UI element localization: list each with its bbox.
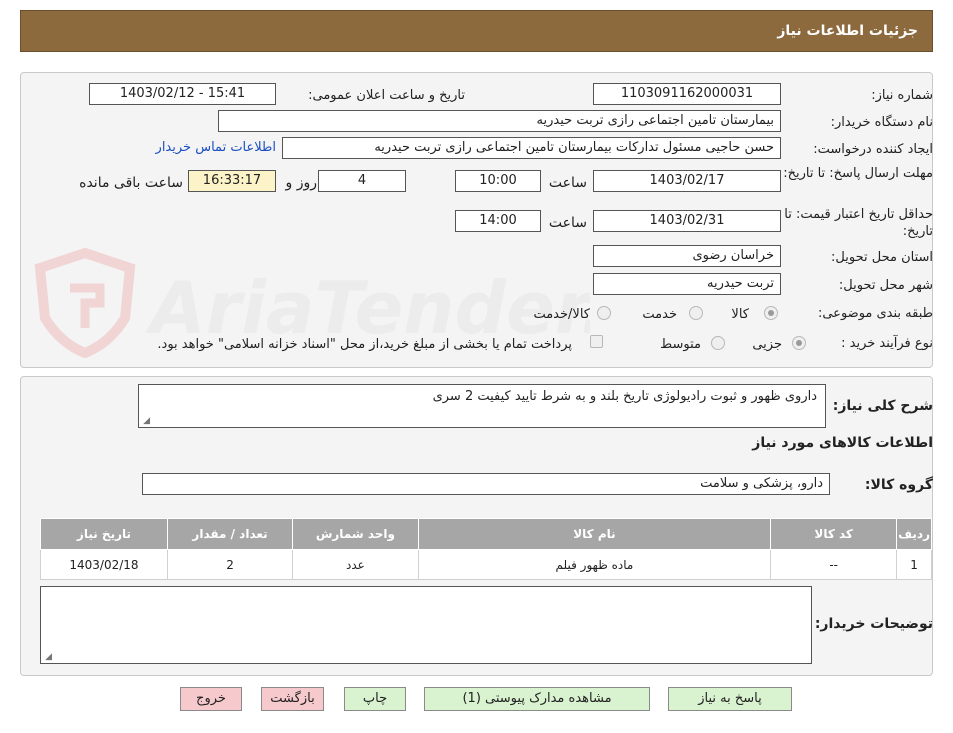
- buyer-contact-link[interactable]: اطلاعات تماس خریدار: [156, 140, 276, 155]
- cell-qty: 2: [166, 549, 294, 580]
- validity-label: حداقل تاریخ اعتبار قیمت: تا تاریخ:: [784, 207, 933, 239]
- announce-label: تاریخ و ساعت اعلان عمومی:: [308, 88, 465, 103]
- validity-date-field: 1403/02/31: [593, 210, 781, 232]
- goods-table: ردیف کد کالا نام کالا واحد شمارش تعداد /…: [40, 518, 932, 580]
- category-radio-goods[interactable]: [764, 306, 778, 320]
- reply-button[interactable]: پاسخ به نیاز: [668, 687, 792, 711]
- treasury-payment-checkbox[interactable]: [590, 335, 603, 348]
- summary-text: داروی ظهور و ثبوت رادیولوژی تاریخ بلند و…: [432, 389, 817, 404]
- page-header: جزئیات اطلاعات نیاز: [20, 10, 933, 52]
- category-option-goods-service: کالا/خدمت: [533, 307, 590, 322]
- col-row-header: ردیف: [896, 518, 932, 550]
- category-label: طبقه بندی موضوعی:: [817, 306, 933, 321]
- process-label: نوع فرآیند خرید :: [841, 336, 933, 351]
- print-button[interactable]: چاپ: [344, 687, 406, 711]
- process-option-medium: متوسط: [660, 337, 701, 352]
- buyer-org-field: بیمارستان تامین اجتماعی رازی تربت حیدریه: [218, 110, 781, 132]
- deadline-time-field: 10:00: [455, 170, 541, 192]
- buyer-notes-label: توضیحات خریدار:: [814, 616, 933, 632]
- creator-label: ایجاد کننده درخواست:: [813, 142, 933, 157]
- cell-row: 1: [896, 549, 932, 580]
- exit-button[interactable]: خروج: [180, 687, 242, 711]
- treasury-payment-note: پرداخت تمام یا بخشی از مبلغ خرید،از محل …: [157, 337, 572, 352]
- validity-time-field: 14:00: [455, 210, 541, 232]
- goods-table-header-row: ردیف کد کالا نام کالا واحد شمارش تعداد /…: [40, 518, 932, 550]
- remaining-time-field: 16:33:17: [188, 170, 276, 192]
- process-option-minor: جزیی: [752, 337, 782, 352]
- col-name-header: نام کالا: [417, 518, 772, 550]
- province-field: خراسان رضوی: [593, 245, 781, 267]
- cell-name: ماده ظهور فیلم: [417, 549, 772, 580]
- attachments-button[interactable]: مشاهده مدارک پیوستی (1): [424, 687, 650, 711]
- category-option-service: خدمت: [642, 307, 677, 322]
- remaining-label: ساعت باقی مانده: [79, 175, 183, 191]
- days-label: روز و: [285, 175, 318, 191]
- buyer-notes-textarea[interactable]: ◢: [40, 586, 812, 664]
- category-option-goods: کالا: [731, 307, 749, 322]
- goods-group-field: دارو، پزشکی و سلامت: [142, 473, 830, 495]
- process-radio-minor[interactable]: [792, 336, 806, 350]
- validity-time-label: ساعت: [548, 215, 587, 231]
- days-remaining-field: 4: [318, 170, 406, 192]
- goods-group-label: گروه کالا:: [864, 477, 933, 493]
- col-date-header: تاریخ نیاز: [40, 518, 168, 550]
- goods-info-title: اطلاعات کالاهای مورد نیاز: [752, 435, 933, 451]
- cell-code: --: [770, 549, 898, 580]
- creator-field: حسن حاجیی مسئول تدارکات بیمارستان تامین …: [282, 137, 781, 159]
- deadline-label: مهلت ارسال پاسخ: تا تاریخ:: [783, 166, 933, 181]
- deadline-time-label: ساعت: [548, 175, 587, 191]
- col-qty-header: تعداد / مقدار: [166, 518, 294, 550]
- col-unit-header: واحد شمارش: [292, 518, 419, 550]
- deadline-date-field: 1403/02/17: [593, 170, 781, 192]
- announce-datetime-field: 1403/02/12 - 15:41: [89, 83, 276, 105]
- city-field: تربت حیدریه: [593, 273, 781, 295]
- process-radio-medium[interactable]: [711, 336, 725, 350]
- category-radio-service[interactable]: [689, 306, 703, 320]
- cell-date: 1403/02/18: [40, 549, 168, 580]
- resize-handle-icon[interactable]: ◢: [141, 417, 150, 426]
- summary-label: شرح کلی نیاز:: [832, 398, 933, 414]
- cell-unit: عدد: [292, 549, 419, 580]
- col-code-header: کد کالا: [770, 518, 898, 550]
- province-label: استان محل تحویل:: [831, 250, 933, 265]
- summary-textarea[interactable]: داروی ظهور و ثبوت رادیولوژی تاریخ بلند و…: [138, 384, 826, 428]
- page-title: جزئیات اطلاعات نیاز: [777, 23, 918, 39]
- need-number-label: شماره نیاز:: [871, 88, 933, 103]
- category-radio-goods-service[interactable]: [597, 306, 611, 320]
- back-button[interactable]: بازگشت: [261, 687, 324, 711]
- table-row: 1 -- ماده ظهور فیلم عدد 2 1403/02/18: [40, 549, 932, 580]
- need-number-field: 1103091162000031: [593, 83, 781, 105]
- resize-handle-icon[interactable]: ◢: [43, 653, 52, 662]
- city-label: شهر محل تحویل:: [838, 278, 933, 293]
- buyer-org-label: نام دستگاه خریدار:: [830, 115, 933, 130]
